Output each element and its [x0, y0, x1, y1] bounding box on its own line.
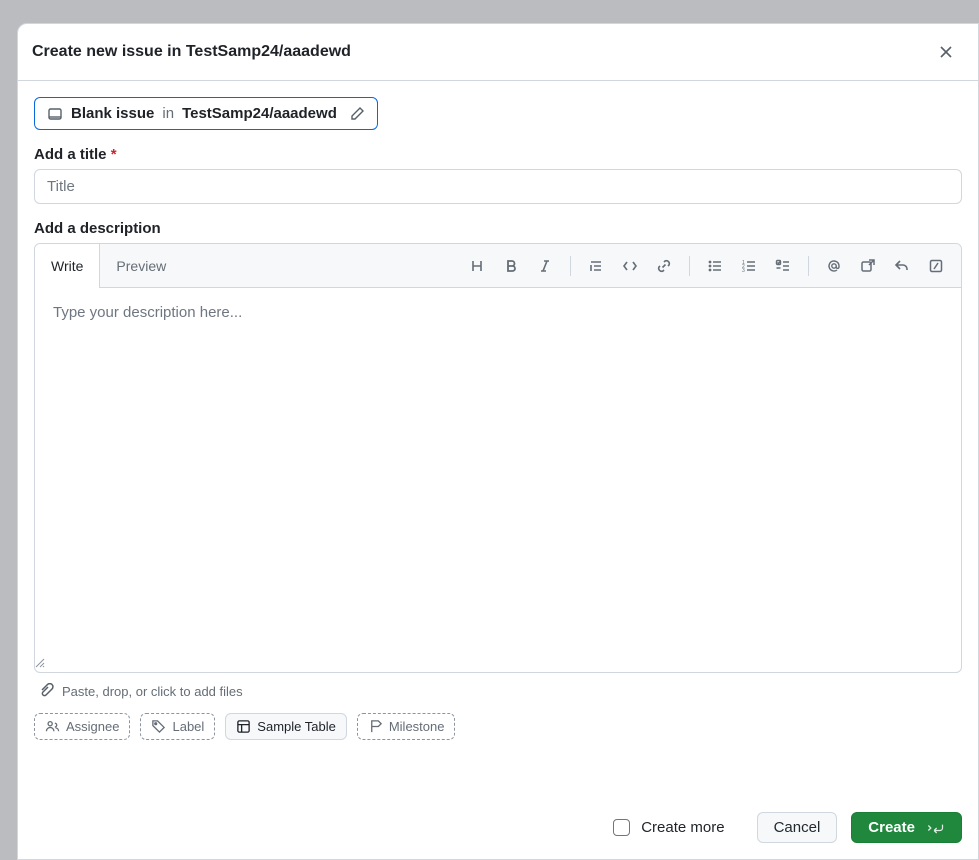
- task-list-icon: [775, 258, 791, 274]
- label-chip[interactable]: Label: [140, 713, 215, 740]
- toolbar-separator: [570, 256, 571, 276]
- tag-icon: [151, 719, 166, 734]
- tab-write[interactable]: Write: [35, 244, 100, 288]
- heading-button[interactable]: [462, 251, 492, 281]
- toolbar-separator: [689, 256, 690, 276]
- slash-icon: [928, 258, 944, 274]
- code-icon: [622, 258, 638, 274]
- quote-button[interactable]: [581, 251, 611, 281]
- dialog-header: Create new issue in TestSamp24/aaadewd: [18, 24, 978, 81]
- description-editor: Write Preview 123: [34, 243, 962, 673]
- template-name: Blank issue: [71, 105, 154, 122]
- milestone-chip[interactable]: Milestone: [357, 713, 456, 740]
- dialog-title: Create new issue in TestSamp24/aaadewd: [32, 43, 351, 61]
- editor-toolbar: 123: [462, 251, 961, 281]
- create-more-label: Create more: [641, 819, 724, 836]
- metadata-row: Assignee Label Sample Table Milestone: [34, 713, 962, 748]
- italic-button[interactable]: [530, 251, 560, 281]
- description-textarea[interactable]: [35, 288, 961, 658]
- sample-table-chip[interactable]: Sample Table: [225, 713, 347, 740]
- required-asterisk: *: [111, 146, 117, 163]
- template-repo: TestSamp24/aaadewd: [182, 105, 337, 122]
- pencil-icon: [349, 106, 365, 122]
- table-icon: [236, 719, 251, 734]
- code-button[interactable]: [615, 251, 645, 281]
- create-button[interactable]: Create: [851, 812, 962, 843]
- cancel-button[interactable]: Cancel: [757, 812, 838, 843]
- bold-icon: [503, 258, 519, 274]
- create-more-checkbox[interactable]: [613, 819, 630, 836]
- title-input[interactable]: [34, 169, 962, 204]
- create-more-row[interactable]: Create more: [609, 816, 724, 839]
- resize-handle-icon[interactable]: [35, 658, 961, 672]
- description-label: Add a description: [34, 220, 962, 237]
- title-label: Add a title *: [34, 146, 962, 163]
- mention-icon: [826, 258, 842, 274]
- link-icon: [656, 258, 672, 274]
- italic-icon: [537, 258, 553, 274]
- template-in-word: in: [162, 105, 174, 122]
- cross-reference-button[interactable]: [853, 251, 883, 281]
- svg-text:3: 3: [742, 268, 745, 274]
- unordered-list-button[interactable]: [700, 251, 730, 281]
- bold-button[interactable]: [496, 251, 526, 281]
- heading-icon: [469, 258, 485, 274]
- toolbar-separator: [808, 256, 809, 276]
- ordered-list-icon: 123: [741, 258, 757, 274]
- quote-icon: [588, 258, 604, 274]
- close-icon: [938, 44, 954, 60]
- template-chip[interactable]: Blank issue in TestSamp24/aaadewd: [34, 97, 378, 130]
- assignee-chip[interactable]: Assignee: [34, 713, 130, 740]
- attach-files-row[interactable]: Paste, drop, or click to add files: [34, 673, 962, 713]
- dialog-body: Blank issue in TestSamp24/aaadewd Add a …: [18, 81, 978, 796]
- create-issue-dialog: Create new issue in TestSamp24/aaadewd B…: [17, 23, 979, 860]
- mention-button[interactable]: [819, 251, 849, 281]
- attach-hint: Paste, drop, or click to add files: [62, 684, 243, 699]
- create-button-label: Create: [868, 819, 915, 836]
- repo-icon: [47, 106, 63, 122]
- slash-commands-button[interactable]: [921, 251, 951, 281]
- unordered-list-icon: [707, 258, 723, 274]
- link-button[interactable]: [649, 251, 679, 281]
- paperclip-icon: [38, 683, 54, 699]
- ordered-list-button[interactable]: 123: [734, 251, 764, 281]
- editor-tabbar: Write Preview 123: [35, 244, 961, 288]
- task-list-button[interactable]: [768, 251, 798, 281]
- people-icon: [45, 719, 60, 734]
- close-button[interactable]: [932, 38, 960, 66]
- tab-preview[interactable]: Preview: [100, 244, 183, 287]
- dialog-footer: Create more Cancel Create: [18, 796, 978, 859]
- keyboard-shortcut-icon: [925, 821, 945, 835]
- reply-icon: [894, 258, 910, 274]
- milestone-icon: [368, 719, 383, 734]
- reply-button[interactable]: [887, 251, 917, 281]
- cross-reference-icon: [860, 258, 876, 274]
